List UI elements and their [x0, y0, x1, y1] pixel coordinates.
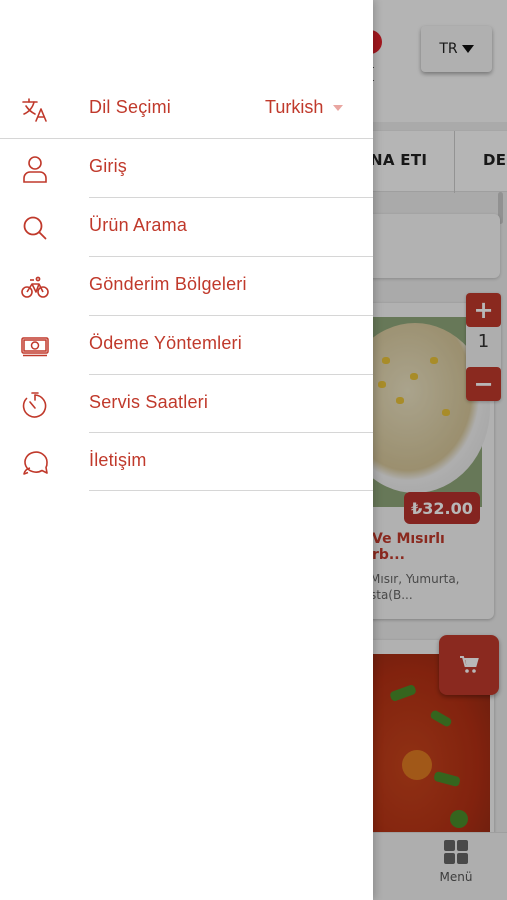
timer-icon: [20, 391, 50, 419]
drawer-item-label: İletişim: [89, 450, 147, 470]
drawer-item-service-hours[interactable]: Servis Saatleri: [0, 375, 373, 433]
drawer-item-label: Servis Saatleri: [89, 392, 209, 412]
money-icon: [20, 332, 50, 360]
drawer-item-product-search[interactable]: Ürün Arama: [0, 198, 373, 256]
drawer-item-login[interactable]: Giriş: [0, 139, 373, 197]
search-icon: [20, 214, 50, 242]
drawer-item-label: Ürün Arama: [89, 215, 188, 235]
drawer-item-delivery-areas[interactable]: Gönderim Bölgeleri: [0, 257, 373, 315]
translate-icon: [20, 96, 50, 124]
drawer-item-label: Giriş: [89, 156, 127, 176]
user-icon: [20, 155, 50, 183]
language-select[interactable]: Turkish: [265, 97, 344, 118]
drawer-item-label: Dil Seçimi: [89, 97, 172, 117]
drawer-item-label: Ödeme Yöntemleri: [89, 333, 242, 353]
drawer-item-payment-methods[interactable]: Ödeme Yöntemleri: [0, 316, 373, 374]
drawer-item-label: Gönderim Bölgeleri: [89, 274, 247, 294]
dropdown-arrow-icon: [333, 104, 344, 111]
bicycle-icon: [20, 273, 50, 301]
side-drawer: Dil Seçimi Turkish Giriş Ürün Arama Gönd…: [0, 0, 373, 900]
separator: [89, 490, 373, 491]
drawer-item-contact[interactable]: İletişim: [0, 433, 373, 491]
language-select-value: Turkish: [265, 97, 324, 117]
chat-icon: [20, 449, 50, 477]
